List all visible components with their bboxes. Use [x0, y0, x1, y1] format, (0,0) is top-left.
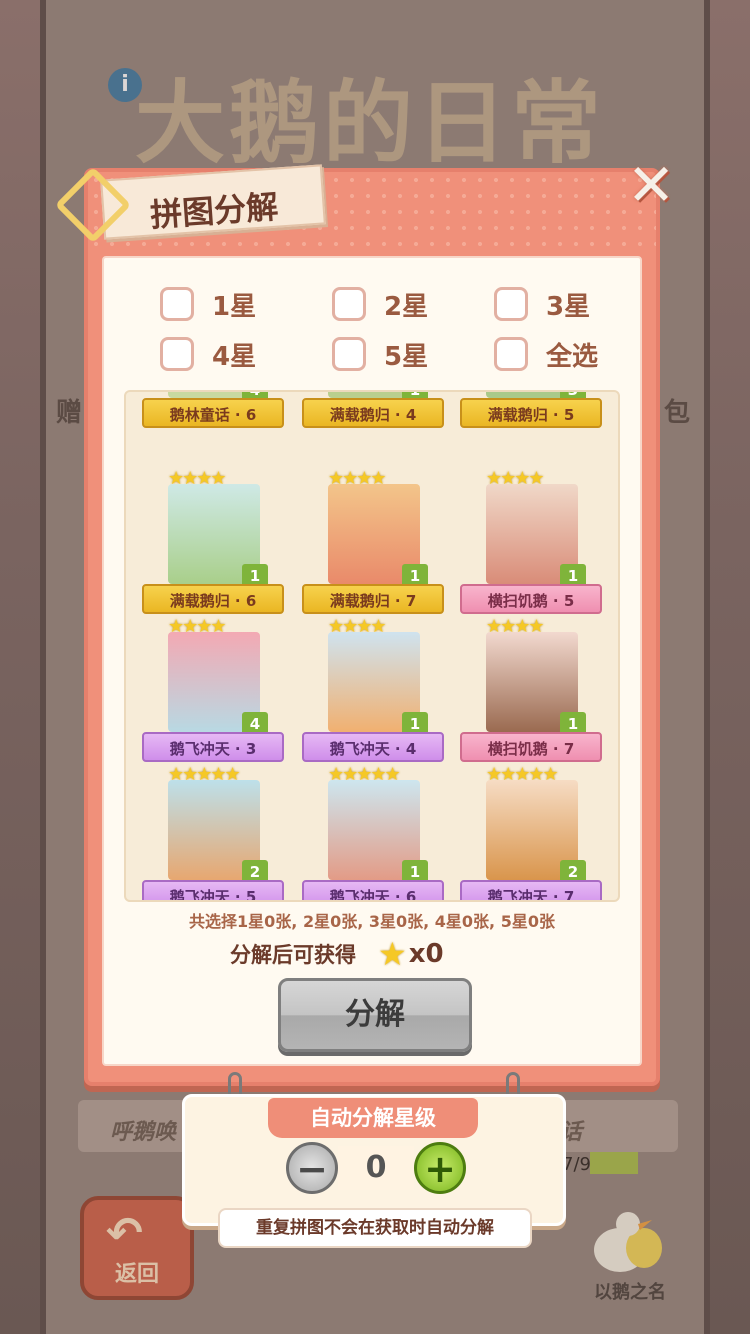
piece-name-ribbon: 满载鹅归 · 6 — [142, 584, 284, 614]
star-filters: 1星 2星 3星 4星 5星 全选 — [156, 284, 616, 374]
goose-icon — [594, 1212, 662, 1272]
filter-4-star[interactable]: 4星 — [160, 336, 256, 372]
filter-label: 5星 — [384, 341, 429, 372]
filter-2-star[interactable]: 2星 — [332, 286, 428, 322]
back-arrow-icon: ↶ — [106, 1208, 143, 1259]
decompose-button[interactable]: 分解 — [278, 978, 472, 1052]
filter-label: 2星 — [384, 291, 429, 322]
puzzle-piece[interactable]: 3 满载鹅归 · 5 — [456, 392, 606, 428]
piece-name-ribbon: 鹅飞冲天 · 3 — [142, 732, 284, 762]
puzzle-piece[interactable]: ★★★★ 1 横扫饥鹅 · 7 — [456, 616, 606, 762]
puzzle-piece[interactable]: 4 鹅林童话 · 6 — [138, 392, 288, 428]
filter-5-star[interactable]: 5星 — [332, 336, 428, 372]
piece-name-ribbon: 满载鹅归 · 7 — [302, 584, 444, 614]
increase-level-button[interactable]: + — [414, 1142, 466, 1194]
puzzle-piece[interactable]: ★★★★ 1 横扫饥鹅 · 5 — [456, 468, 606, 614]
piece-name-ribbon: 鹅飞冲天 · 7 — [460, 880, 602, 900]
piece-name-ribbon: 横扫饥鹅 · 5 — [460, 584, 602, 614]
reward-row: 分解后可获得 ★ x0 — [230, 935, 530, 973]
background-side-label-left: 赠 — [56, 398, 83, 428]
puzzle-piece[interactable]: 1 满载鹅归 · 4 — [298, 392, 448, 428]
puzzle-piece[interactable]: ★★★★ 1 满载鹅归 · 6 — [138, 468, 288, 614]
close-icon: ✕ — [626, 151, 676, 219]
filter-checkbox[interactable] — [494, 287, 528, 321]
filter-label: 4星 — [212, 341, 257, 372]
auto-level-value: 0 — [338, 1146, 414, 1190]
piece-name-ribbon: 鹅飞冲天 · 4 — [302, 732, 444, 762]
puzzle-grid: 4 鹅林童话 · 6 1 满载鹅归 · 4 3 满载鹅归 · 5 ★★★★ 1 … — [124, 390, 620, 902]
dialog-title-banner: 拼图分解 — [54, 160, 328, 246]
goose-logo: 以鹅之名 — [580, 1200, 680, 1303]
filter-checkbox[interactable] — [160, 287, 194, 321]
filter-label: 3星 — [546, 291, 591, 322]
filter-checkbox[interactable] — [332, 287, 366, 321]
puzzle-piece[interactable]: ★★★★★ 2 鹅飞冲天 · 5 — [138, 764, 288, 900]
selection-summary: 共选择1星0张, 2星0张, 3星0张, 4星0张, 5星0张 — [189, 912, 555, 931]
puzzle-piece[interactable]: ★★★★ 1 满载鹅归 · 7 — [298, 468, 448, 614]
puzzle-piece[interactable]: ★★★★★ 1 鹅飞冲天 · 6 — [298, 764, 448, 900]
piece-name-ribbon: 鹅飞冲天 · 6 — [302, 880, 444, 900]
puzzle-piece[interactable]: ★★★★ 1 鹅飞冲天 · 4 — [298, 616, 448, 762]
game-title: 大鹅的日常 — [135, 70, 605, 176]
reward-label: 分解后可获得 — [230, 943, 356, 967]
filter-select-all[interactable]: 全选 — [494, 336, 598, 372]
background-progress-bar — [590, 1152, 638, 1174]
back-label: 返回 — [114, 1262, 159, 1287]
dialog-title: 拼图分解 — [148, 187, 280, 235]
filter-checkbox[interactable] — [160, 337, 194, 371]
filter-label: 全选 — [546, 341, 599, 372]
piece-name-ribbon: 满载鹅归 · 4 — [302, 398, 444, 428]
filter-checkbox[interactable] — [494, 337, 528, 371]
reward-value: x0 — [408, 939, 444, 969]
filter-label: 1星 — [212, 291, 257, 322]
filter-checkbox[interactable] — [332, 337, 366, 371]
logo-label: 以鹅之名 — [594, 1282, 666, 1303]
background-progress-text: 7/9 — [562, 1154, 591, 1175]
auto-decompose-note: 重复拼图不会在获取时自动分解 — [218, 1208, 532, 1248]
puzzle-piece[interactable]: ★★★★★ 2 鹅飞冲天 · 7 — [456, 764, 606, 900]
star-icon: ★ — [378, 935, 407, 973]
piece-name-ribbon: 满载鹅归 · 5 — [460, 398, 602, 428]
auto-decompose-title: 自动分解星级 — [268, 1098, 478, 1138]
puzzle-piece[interactable]: ★★★★ 4 鹅飞冲天 · 3 — [138, 616, 288, 762]
filter-1-star[interactable]: 1星 — [160, 286, 256, 322]
background-bottom-text-left: 呼鹅唤 — [110, 1120, 177, 1145]
back-button[interactable]: ↶ 返回 — [80, 1196, 194, 1300]
filter-3-star[interactable]: 3星 — [494, 286, 590, 322]
piece-name-ribbon: 鹅林童话 · 6 — [142, 398, 284, 428]
piece-name-ribbon: 鹅飞冲天 · 5 — [142, 880, 284, 900]
piece-name-ribbon: 横扫饥鹅 · 7 — [460, 732, 602, 762]
close-button[interactable]: ✕ — [624, 156, 678, 214]
background-side-label-right: 包 — [664, 398, 691, 428]
decrease-level-button[interactable]: − — [286, 1142, 338, 1194]
